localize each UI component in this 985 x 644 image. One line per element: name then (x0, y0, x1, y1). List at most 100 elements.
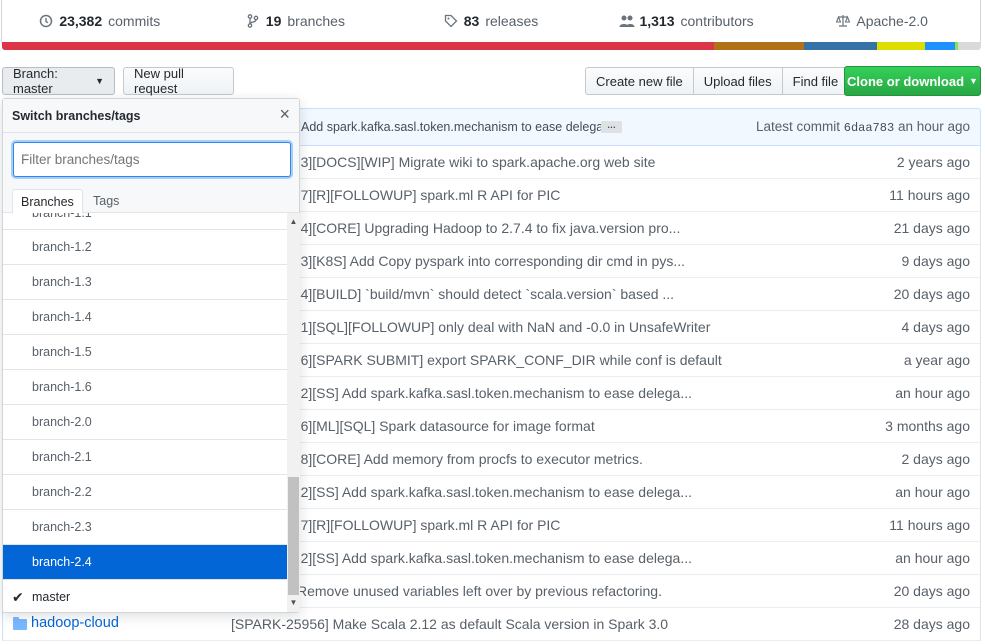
tag-icon (444, 14, 458, 28)
contributors-link[interactable]: 1,313 contributors (589, 13, 785, 29)
clone-label: Clone or download (847, 73, 965, 89)
branch-select-button[interactable]: Branch: master ▼ (2, 66, 115, 96)
language-segment[interactable] (877, 42, 926, 50)
law-icon (836, 14, 851, 28)
releases-link[interactable]: 83 releases (393, 13, 589, 29)
scrollbar-thumb[interactable] (288, 477, 299, 595)
commit-message-link[interactable]: 073][DOCS][WIP] Migrate wiki to spark.ap… (285, 154, 655, 170)
latest-commit-age: an hour ago (897, 119, 970, 134)
language-segment[interactable] (713, 42, 804, 50)
commit-message-link[interactable]: 827][R][FOLLOWUP] spark.ml R API for PIC (285, 517, 560, 533)
branch-item-label: master (32, 590, 71, 604)
commits-link[interactable]: 23,382 commits (2, 13, 198, 29)
filter-wrap (3, 133, 299, 185)
scroll-up-arrow-icon[interactable]: ▲ (287, 215, 300, 228)
history-icon (39, 14, 53, 28)
commits-count: 23,382 (59, 13, 103, 29)
commit-age: 3 months ago (885, 418, 970, 434)
branch-item[interactable]: branch-2.0 (3, 405, 287, 440)
commit-age: 9 days ago (901, 253, 971, 269)
commit-age: an hour ago (895, 385, 970, 401)
file-name-link[interactable]: hadoop-cloud (31, 615, 119, 631)
tab-branches[interactable]: Branches (12, 189, 83, 214)
contributors-count: 1,313 (639, 13, 675, 29)
commit-age: 20 days ago (893, 583, 970, 599)
language-segment[interactable] (2, 42, 714, 50)
commit-message-link[interactable]: 134][CORE] Upgrading Hadoop to 2.7.4 to … (285, 220, 680, 236)
filter-branches-input[interactable] (13, 142, 291, 177)
commit-message-link[interactable]: Remove unused variables left over by pre… (297, 583, 662, 599)
language-segment[interactable] (803, 42, 878, 50)
branches-link[interactable]: 19 branches (198, 13, 394, 29)
license-link[interactable]: Apache-2.0 (784, 13, 980, 29)
dropdown-header: Switch branches/tags × (3, 99, 299, 133)
upload-files-button[interactable]: Upload files (693, 67, 783, 95)
people-icon (619, 14, 635, 28)
commit-message-link[interactable]: 958][CORE] Add memory from procfs to exe… (285, 451, 643, 467)
latest-commit-info: Latest commit 6daa783 an hour ago (756, 119, 970, 135)
latest-commit-prefix: Latest commit (755, 119, 840, 134)
file-actions-group: Create new file Upload files Find file (585, 67, 850, 95)
commit-message-link[interactable]: [SPARK-25956] Make Scala 2.12 as default… (231, 616, 668, 632)
commit-message-link[interactable]: 083][K8S] Add Copy pyspark into correspo… (285, 253, 685, 269)
commit-age: 20 days ago (893, 286, 970, 302)
commit-sha-link[interactable]: 6daa783 (844, 121, 894, 135)
new-pull-request-button[interactable]: New pull request (123, 66, 234, 96)
find-file-button[interactable]: Find file (782, 67, 850, 95)
tab-tags[interactable]: Tags (85, 189, 127, 214)
branch-item[interactable]: branch-1.6 (3, 370, 287, 405)
check-icon: ✔ (12, 589, 24, 605)
latest-commit-message[interactable]: Add spark.kafka.sasl.token.mechanism to … (301, 120, 614, 134)
language-segment[interactable] (958, 42, 981, 50)
branch-item[interactable]: branch-1.5 (3, 335, 287, 370)
commit-message-link[interactable]: 827][R][FOLLOWUP] spark.ml R API for PIC (285, 187, 560, 203)
commit-age: 21 days ago (893, 220, 970, 236)
branch-switcher-dropdown: Switch branches/tags × Branches Tags bra… (2, 98, 300, 613)
branch-item-current[interactable]: ✔ master (3, 580, 287, 612)
commit-age: 4 days ago (901, 319, 971, 335)
commit-message-link[interactable]: 822][SS] Add spark.kafka.sasl.token.mech… (285, 385, 692, 401)
branch-item[interactable]: branch-2.2 (3, 475, 287, 510)
commit-age: 2 years ago (896, 154, 970, 170)
dropdown-tabs: Branches Tags (3, 185, 299, 214)
close-icon[interactable]: × (279, 105, 290, 123)
caret-down-icon: ▼ (969, 76, 978, 86)
clone-or-download-button[interactable]: Clone or download ▼ (844, 66, 981, 96)
commit-message-link[interactable]: 666][SPARK SUBMIT] export SPARK_CONF_DIR… (285, 352, 722, 368)
branch-item[interactable]: branch-2.1 (3, 440, 287, 475)
dropdown-title: Switch branches/tags (12, 109, 141, 123)
branches-label: branches (287, 13, 345, 29)
commit-message-link[interactable]: 566][ML][SQL] Spark datasource for image… (285, 418, 595, 434)
branch-item[interactable]: branch-2.3 (3, 510, 287, 545)
branch-item[interactable]: branch-2.4 (3, 545, 287, 580)
branch-item[interactable]: branch-1.3 (3, 265, 287, 300)
commit-message-link[interactable]: 021][SQL][FOLLOWUP] only deal with NaN a… (285, 319, 710, 335)
dropdown-scrollbar[interactable]: ▲ ▼ (287, 213, 300, 612)
commit-message-link[interactable]: 822][SS] Add spark.kafka.sasl.token.mech… (285, 484, 692, 500)
releases-label: releases (485, 13, 539, 29)
branch-list: branch-1.1 branch-1.2 branch-1.3 branch-1.4… (3, 213, 287, 612)
branch-item[interactable]: branch-1.2 (3, 230, 287, 265)
commit-age: a year ago (903, 352, 970, 368)
commit-age: 11 hours ago (889, 517, 970, 533)
create-new-file-button[interactable]: Create new file (585, 67, 694, 95)
branch-select-label: Branch: master (13, 66, 58, 96)
branch-item[interactable]: branch-1.1 (3, 213, 287, 230)
repo-stats-bar: 23,382 commits 19 branches 83 releases 1… (1, 0, 981, 42)
releases-count: 83 (463, 13, 480, 29)
branches-count: 19 (265, 13, 282, 29)
caret-down-icon: ▼ (95, 76, 104, 86)
commit-message-link[interactable]: 822][SS] Add spark.kafka.sasl.token.mech… (285, 550, 692, 566)
contributors-label: contributors (680, 13, 754, 29)
branch-icon (246, 14, 260, 28)
language-bar[interactable] (2, 42, 981, 50)
commit-age: 11 hours ago (889, 187, 970, 203)
scroll-down-arrow-icon[interactable]: ▼ (287, 596, 300, 609)
branch-item[interactable]: branch-1.4 (3, 300, 287, 335)
expand-commit-button[interactable]: … (601, 121, 622, 133)
commit-age: 2 days ago (901, 451, 971, 467)
language-segment[interactable] (925, 42, 955, 50)
commit-age: 28 days ago (893, 616, 970, 632)
license-label: Apache-2.0 (856, 13, 928, 29)
commit-message-link[interactable]: 144][BUILD] `build/mvn` should detect `s… (285, 286, 674, 302)
